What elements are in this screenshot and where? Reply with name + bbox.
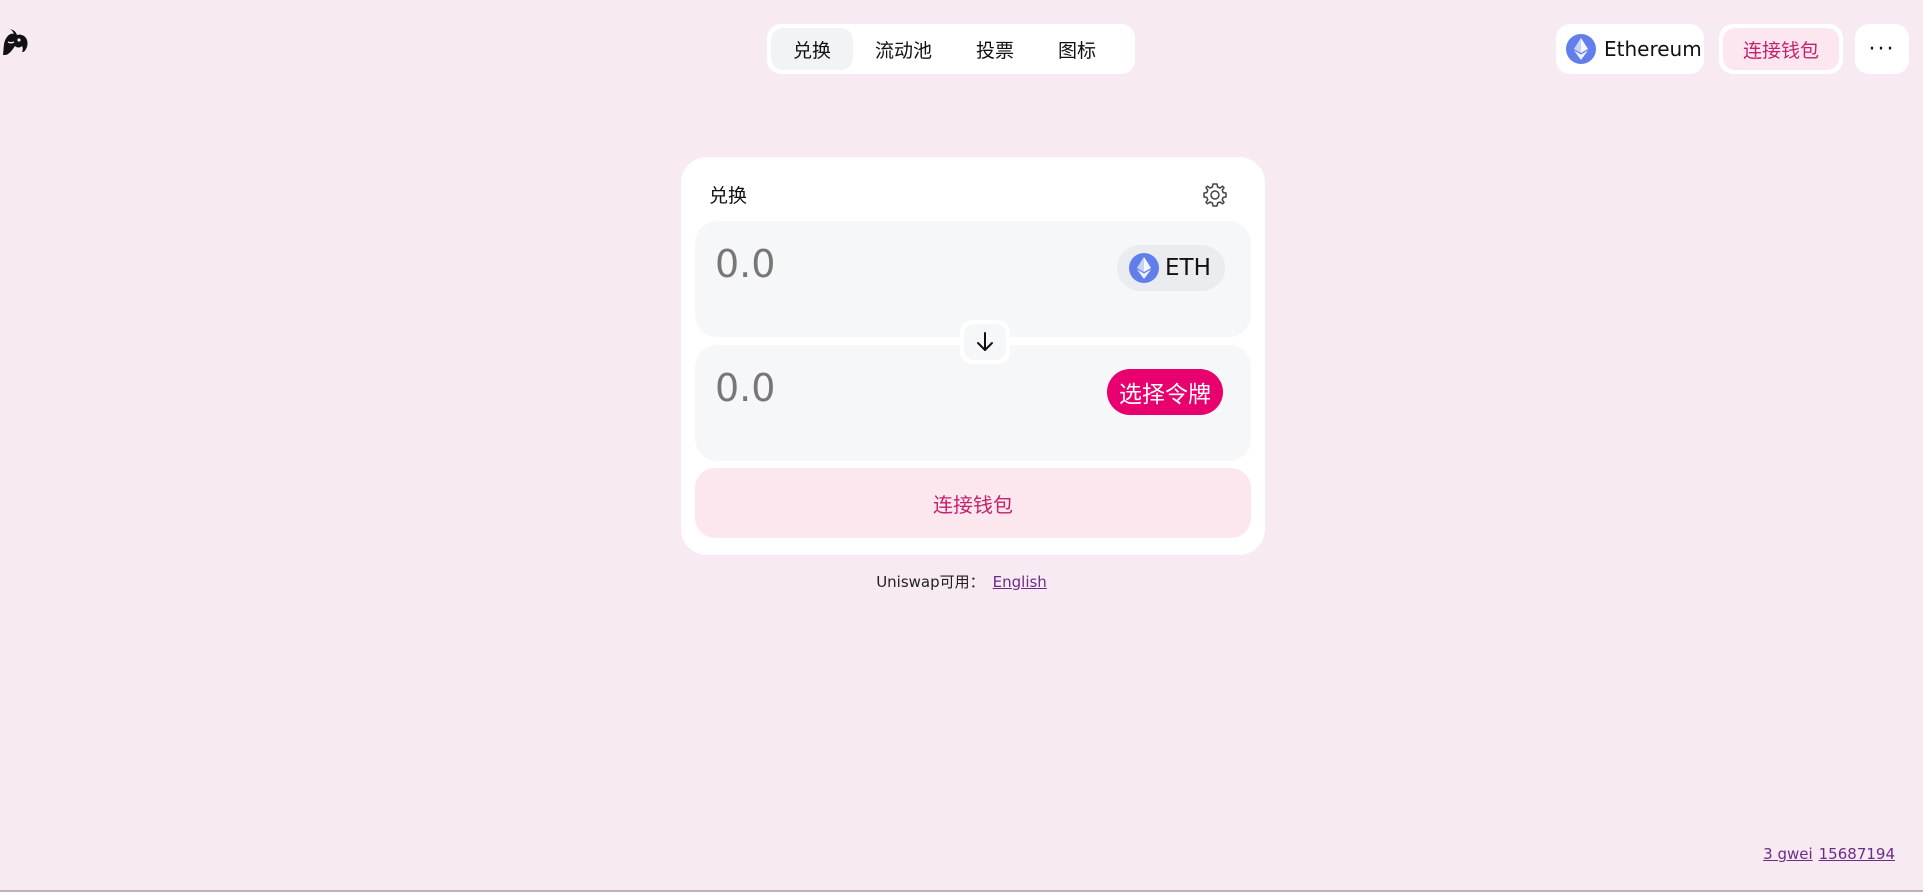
swap-title: 兑换 (709, 185, 748, 207)
connect-wallet-button[interactable]: 连接钱包 (695, 468, 1251, 538)
network-label: Ethereum (1604, 37, 1702, 61)
ethereum-icon (1566, 34, 1596, 64)
tab-charts[interactable]: 图标 (1036, 28, 1118, 70)
language-availability: Uniswap可用： English (0, 571, 1923, 592)
unicorn-logo-icon[interactable] (0, 28, 30, 58)
more-icon: ··· (1868, 36, 1896, 62)
switch-direction-button[interactable] (960, 320, 1010, 364)
arrow-down-icon (977, 332, 993, 351)
ethereum-icon (1129, 253, 1159, 283)
tab-vote[interactable]: 投票 (954, 28, 1036, 70)
select-token-button[interactable]: 选择令牌 (1107, 369, 1223, 415)
connect-wallet-header-button[interactable]: 连接钱包 (1719, 24, 1843, 74)
gear-icon[interactable] (1201, 181, 1229, 209)
swap-card: 兑换 ETH (681, 157, 1265, 555)
block-number-link[interactable]: 15687194 (1819, 845, 1895, 863)
tab-swap[interactable]: 兑换 (771, 28, 854, 70)
network-selector[interactable]: Ethereum (1556, 24, 1704, 74)
input-token-label: ETH (1165, 255, 1211, 281)
main-nav: 兑换 流动池 投票 图标 (767, 24, 1135, 74)
connect-wallet-header-label: 连接钱包 (1723, 28, 1839, 70)
input-token-selector[interactable]: ETH (1117, 245, 1225, 291)
language-prefix: Uniswap可用： (876, 573, 985, 591)
input-amount-field[interactable] (715, 241, 1045, 287)
output-amount-field[interactable] (715, 365, 1045, 411)
gas-price-link[interactable]: 3 gwei (1763, 845, 1813, 863)
more-menu-button[interactable]: ··· (1855, 24, 1909, 74)
tab-pool[interactable]: 流动池 (853, 28, 954, 70)
network-status: 3 gwei 15687194 (1763, 845, 1895, 863)
language-english-link[interactable]: English (993, 573, 1047, 591)
